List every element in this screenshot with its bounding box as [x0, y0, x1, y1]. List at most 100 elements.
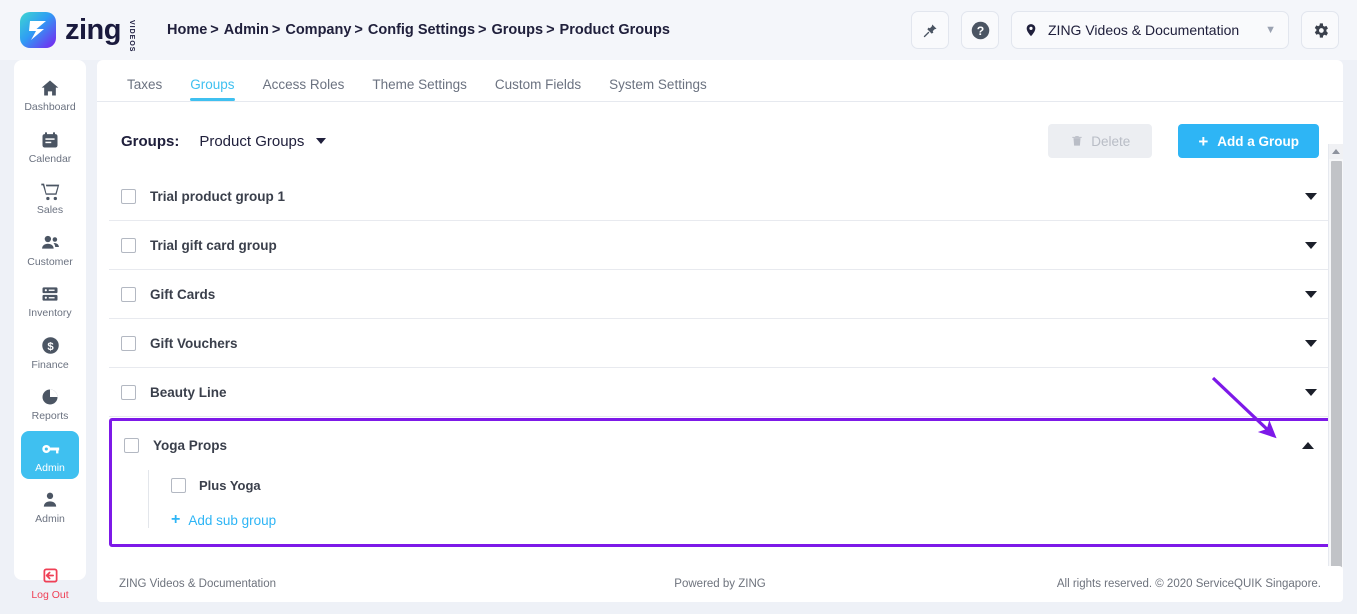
sidebar-item-label: Sales — [36, 204, 64, 217]
group-name: Yoga Props — [153, 438, 228, 453]
group-row-trial-gift-card-group[interactable]: Trial gift card group — [109, 221, 1331, 270]
subgroup-inner: Plus Yoga + Add sub group — [148, 470, 1328, 528]
sidebar-item-label: Admin — [35, 513, 65, 526]
chevron-down-icon — [316, 138, 327, 144]
app-logo[interactable]: zing VIDEOS — [20, 12, 135, 52]
sidebar-item-reports[interactable]: Reports — [21, 379, 79, 428]
tab-custom-fields[interactable]: Custom Fields — [481, 77, 595, 101]
group-checkbox[interactable] — [121, 384, 136, 400]
group-row-gift-cards[interactable]: Gift Cards — [109, 270, 1331, 319]
scrollbar-thumb[interactable] — [1331, 161, 1342, 580]
svg-text:$: $ — [47, 341, 54, 353]
subgroup-checkbox[interactable] — [171, 477, 186, 493]
breadcrumb: Home > Admin > Company > Config Settings… — [167, 22, 670, 38]
location-pin-icon — [1026, 24, 1036, 37]
expand-chevron-down-icon[interactable] — [1305, 388, 1317, 396]
shopping-cart-icon — [40, 180, 61, 202]
sidebar-item-label: Customer — [27, 255, 73, 268]
groups-panel: Groups: Product Groups Delete + Add a Gr… — [97, 102, 1343, 580]
group-block-yoga-props: Yoga Props Plus Yoga + Add sub group — [109, 418, 1331, 547]
collapse-chevron-up-icon[interactable] — [1302, 442, 1314, 449]
brand-name: zing VIDEOS — [65, 13, 135, 52]
expand-chevron-down-icon[interactable] — [1305, 339, 1317, 347]
group-row-yoga-props[interactable]: Yoga Props — [112, 421, 1328, 470]
group-checkbox[interactable] — [121, 286, 136, 302]
subgroup-container: Plus Yoga + Add sub group — [112, 470, 1328, 544]
sidebar-item-label: Reports — [31, 410, 69, 423]
breadcrumb-item-config-settings[interactable]: Config Settings — [368, 22, 475, 38]
tab-access-roles[interactable]: Access Roles — [249, 77, 359, 101]
breadcrumb-separator: > — [271, 22, 281, 38]
expand-chevron-down-icon[interactable] — [1305, 192, 1317, 200]
tab-system-settings[interactable]: System Settings — [595, 77, 721, 101]
top-bar-actions: ? ZING Videos & Documentation ▼ — [911, 11, 1339, 49]
footer-center-text: Powered by ZING — [674, 578, 766, 590]
svg-text:?: ? — [976, 23, 983, 37]
expand-chevron-down-icon[interactable] — [1305, 290, 1317, 298]
group-name: Gift Cards — [150, 286, 216, 302]
location-value: ZING Videos & Documentation — [1048, 22, 1240, 38]
brand-name-text: zing — [65, 13, 122, 46]
breadcrumb-separator: > — [210, 22, 219, 38]
scroll-up-button[interactable] — [1329, 144, 1343, 159]
help-circle-icon: ? — [971, 21, 989, 39]
groups-label: Groups: — [121, 132, 180, 150]
subgroup-name: Plus Yoga — [199, 477, 261, 493]
sidebar-item-customer[interactable]: Customer — [21, 225, 79, 274]
breadcrumb-item-home[interactable]: Home — [167, 22, 207, 38]
key-icon — [39, 438, 61, 460]
trash-icon — [1072, 136, 1082, 146]
settings-button[interactable] — [1301, 11, 1339, 49]
breadcrumb-separator: > — [546, 22, 555, 38]
breadcrumb-item-product-groups: Product Groups — [559, 22, 670, 38]
breadcrumb-item-groups[interactable]: Groups — [492, 22, 544, 38]
add-sub-group-link[interactable]: + Add sub group — [171, 512, 1328, 528]
location-selector[interactable]: ZING Videos & Documentation ▼ — [1011, 11, 1289, 49]
sidebar-item-calendar[interactable]: Calendar — [21, 122, 79, 171]
sidebar-item-admin-user[interactable]: Admin — [21, 482, 79, 531]
page-footer: ZING Videos & Documentation Powered by Z… — [97, 566, 1343, 602]
expand-chevron-down-icon[interactable] — [1305, 241, 1317, 249]
top-bar: zing VIDEOS Home > Admin > Company > Con… — [0, 0, 1357, 60]
sidebar-item-label: Finance — [31, 358, 69, 371]
sidebar-item-inventory[interactable]: Inventory — [21, 276, 79, 325]
calendar-icon — [40, 129, 60, 151]
subgroup-row-plus-yoga[interactable]: Plus Yoga — [171, 470, 1328, 500]
sidebar-item-dashboard[interactable]: Dashboard — [21, 70, 79, 119]
main-content-card: Taxes Groups Access Roles Theme Settings… — [97, 60, 1343, 580]
sidebar-item-logout[interactable]: Log Out — [21, 558, 79, 607]
gear-icon — [1314, 22, 1328, 38]
breadcrumb-item-admin[interactable]: Admin — [224, 22, 269, 38]
help-button[interactable]: ? — [961, 11, 999, 49]
group-checkbox[interactable] — [121, 188, 136, 204]
groups-panel-header: Groups: Product Groups Delete + Add a Gr… — [97, 102, 1343, 158]
group-row-beauty-line[interactable]: Beauty Line — [109, 368, 1331, 417]
add-group-button[interactable]: + Add a Group — [1178, 124, 1319, 158]
sidebar-item-admin-key[interactable]: Admin — [21, 430, 79, 480]
group-name: Beauty Line — [150, 384, 227, 400]
sidebar-item-label: Calendar — [28, 152, 72, 165]
group-name: Trial product group 1 — [150, 188, 286, 204]
sidebar-item-finance[interactable]: $ Finance — [21, 328, 79, 377]
brand-subtitle: VIDEOS — [128, 19, 135, 52]
pin-button[interactable] — [911, 11, 949, 49]
group-row-trial-product-group-1[interactable]: Trial product group 1 — [109, 172, 1331, 221]
sidebar-item-label: Dashboard — [24, 101, 76, 113]
sidebar-item-label: Inventory — [28, 307, 72, 320]
group-name: Trial gift card group — [150, 237, 277, 253]
group-checkbox[interactable] — [121, 237, 136, 253]
group-checkbox[interactable] — [121, 335, 136, 351]
tab-taxes[interactable]: Taxes — [113, 77, 176, 101]
groups-panel-actions: Delete + Add a Group — [1048, 124, 1319, 158]
tab-groups[interactable]: Groups — [176, 77, 248, 101]
sidebar-item-label: Admin — [35, 461, 65, 474]
group-type-dropdown[interactable]: Product Groups — [199, 133, 327, 150]
breadcrumb-item-company[interactable]: Company — [285, 22, 351, 38]
breadcrumb-separator: > — [354, 22, 363, 38]
content-scrollbar[interactable] — [1328, 144, 1343, 580]
group-row-gift-vouchers[interactable]: Gift Vouchers — [109, 319, 1331, 368]
tab-theme-settings[interactable]: Theme Settings — [358, 77, 481, 101]
delete-button[interactable]: Delete — [1048, 124, 1153, 158]
sidebar-item-sales[interactable]: Sales — [21, 173, 79, 222]
group-checkbox[interactable] — [124, 438, 139, 453]
